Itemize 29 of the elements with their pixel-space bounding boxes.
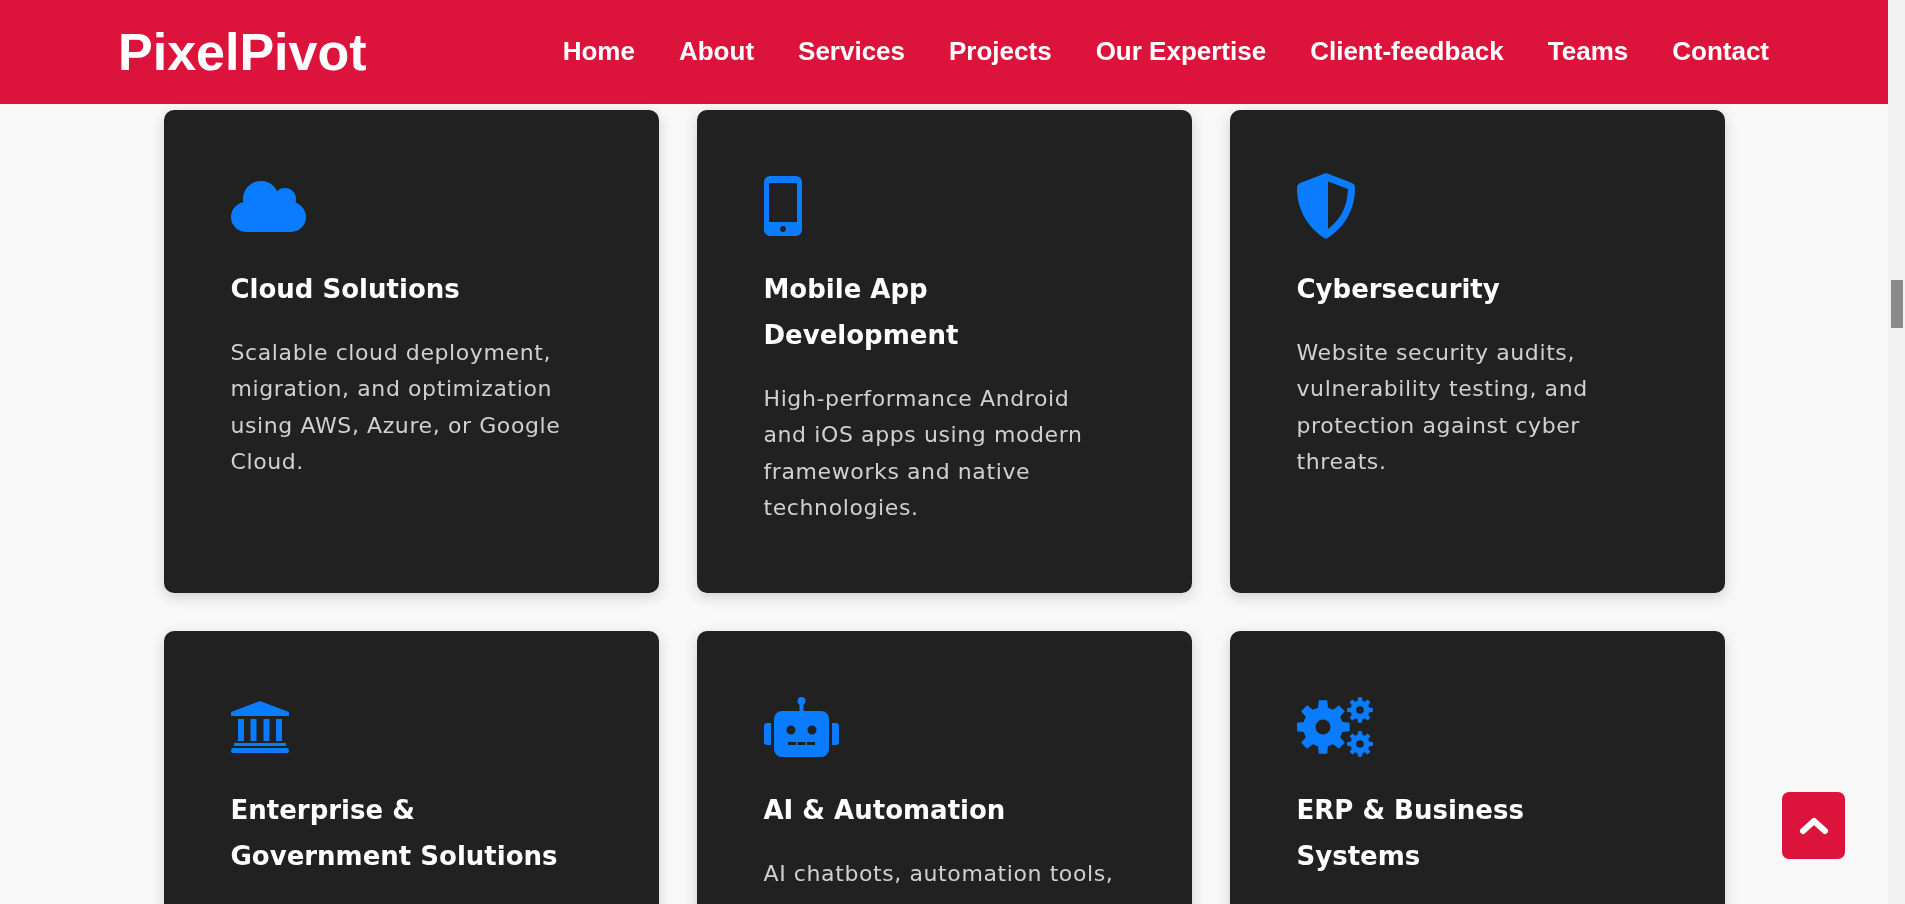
nav-link[interactable]: Services: [798, 36, 906, 68]
card-description: Website security audits, vulnerability testing, and protection against cyber threats.: [1296, 339, 1589, 477]
nav-link[interactable]: Projects: [949, 36, 1052, 68]
nav-link[interactable]: Our Expertise: [1095, 36, 1267, 68]
nav-link[interactable]: Contact: [1672, 36, 1769, 68]
card-title: ERP & Business Systems: [1296, 794, 1525, 873]
card-title: Mobile App Development: [763, 273, 960, 352]
card-title: Enterprise & Government Solutions: [230, 794, 559, 873]
nav-link[interactable]: Teams: [1547, 36, 1629, 68]
phone-icon: [763, 176, 802, 236]
card-title: Cloud Solutions: [230, 273, 461, 306]
card-description: Scalable cloud deployment, migration, and optimization using AWS, Azure, or Google Cloud.: [230, 339, 562, 477]
nav-link[interactable]: About: [678, 36, 755, 68]
card-title: Cybersecurity: [1296, 273, 1501, 306]
gears-icon: [1296, 697, 1373, 757]
shield-icon: [1296, 173, 1355, 239]
scrollbar-track[interactable]: [1888, 0, 1905, 904]
card-title: AI & Automation: [763, 794, 1007, 827]
chevron-up-icon: [1798, 816, 1829, 835]
scrollbar-thumb[interactable]: [1891, 280, 1903, 328]
bank-building-icon: [230, 701, 289, 753]
cloud-icon: [230, 180, 306, 232]
card-description: AI chatbots, automation tools,: [763, 860, 1115, 888]
robot-icon: [763, 697, 839, 757]
nav-link[interactable]: Home: [562, 36, 635, 68]
nav-link[interactable]: Client-feedback: [1310, 36, 1504, 68]
back-to-top-button[interactable]: [1782, 792, 1845, 859]
logo[interactable]: PixelPivot: [118, 26, 367, 78]
card-description: High-performance Android and iOS apps using modern frameworks and native technologies.: [763, 385, 1084, 523]
